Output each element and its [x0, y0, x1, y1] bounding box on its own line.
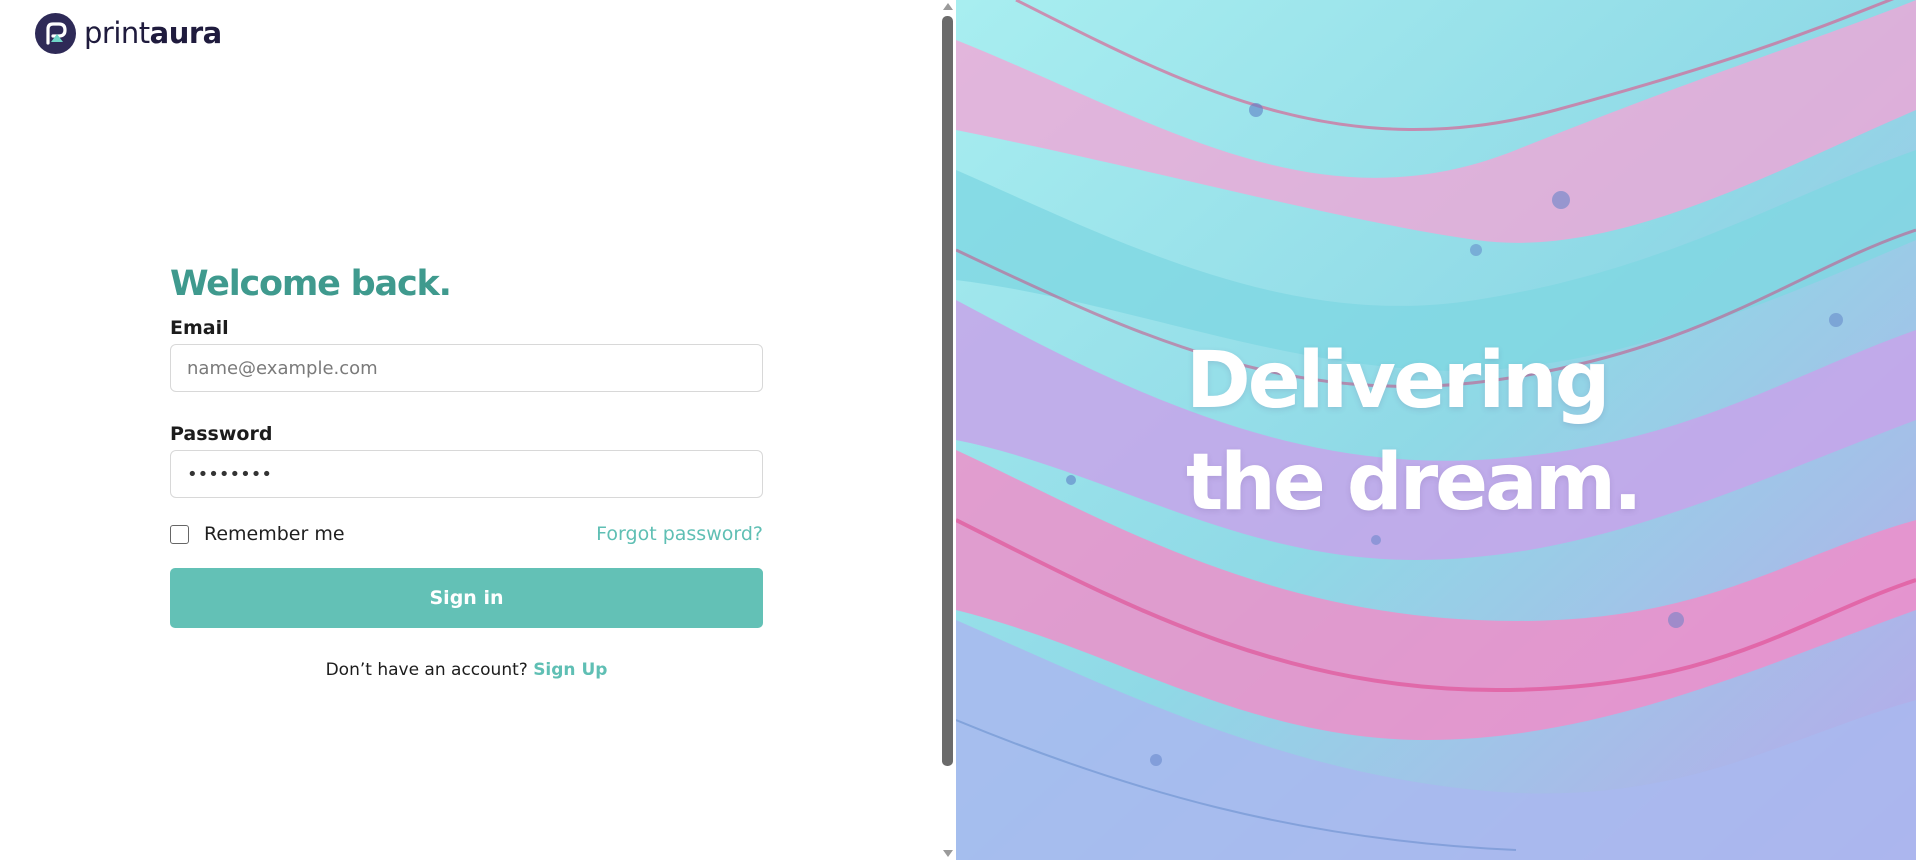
remember-me[interactable]: Remember me: [170, 523, 345, 545]
scrollbar[interactable]: [940, 0, 956, 860]
sign-in-button[interactable]: Sign in: [170, 568, 763, 628]
remember-me-label[interactable]: Remember me: [204, 523, 345, 545]
remember-me-checkbox[interactable]: [170, 524, 189, 544]
forgot-password-link[interactable]: Forgot password?: [596, 523, 763, 545]
scroll-down-arrow-icon[interactable]: [943, 850, 953, 857]
password-label: Password: [170, 423, 273, 445]
remember-forgot-row: Remember me Forgot password?: [170, 522, 763, 546]
logo-icon: [35, 12, 76, 54]
hero-tagline-line2: the dream.: [1186, 438, 1643, 528]
page-title: Welcome back.: [170, 264, 452, 304]
scrollbar-thumb[interactable]: [942, 16, 953, 766]
email-field[interactable]: [170, 344, 763, 392]
no-account-text: Don’t have an account?: [325, 660, 528, 680]
brand-logo[interactable]: printaura: [35, 12, 222, 54]
login-page: printaura Welcome back. Email Password R…: [0, 0, 1916, 860]
email-label: Email: [170, 317, 229, 339]
login-form: Welcome back. Email Password Remember me…: [170, 258, 763, 680]
hero-panel: Delivering the dream.: [956, 0, 1916, 860]
scroll-up-arrow-icon[interactable]: [943, 3, 953, 10]
hero-tagline-line1: Delivering: [1186, 336, 1610, 426]
signup-prompt: Don’t have an account? Sign Up: [170, 660, 763, 680]
logo-wordmark: printaura: [84, 16, 222, 50]
password-field[interactable]: [170, 450, 763, 498]
login-pane: printaura Welcome back. Email Password R…: [0, 0, 940, 860]
sign-up-link[interactable]: Sign Up: [533, 660, 607, 680]
hero-tagline: Delivering the dream.: [1186, 330, 1643, 534]
